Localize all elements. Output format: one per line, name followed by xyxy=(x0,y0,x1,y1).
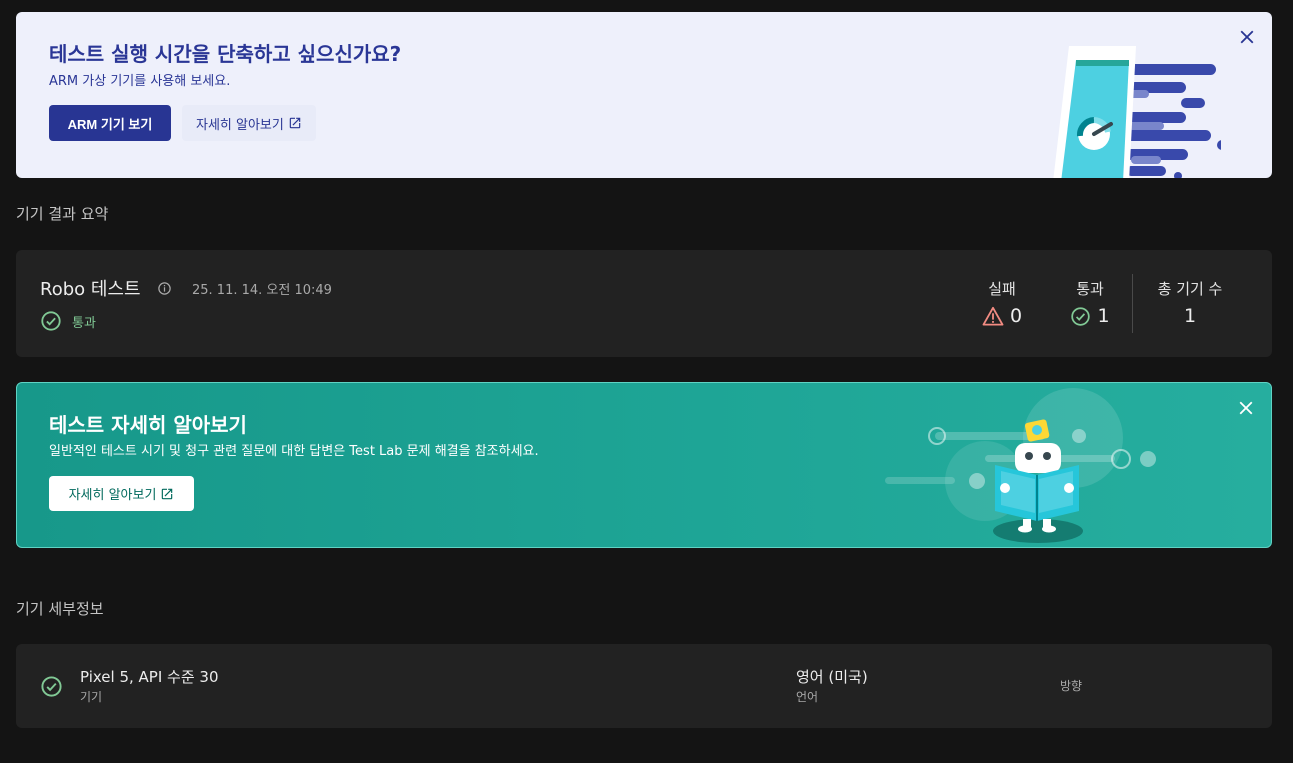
check-circle-icon xyxy=(1071,306,1091,326)
test-date: 25. 11. 14. 오전 10:49 xyxy=(192,283,332,298)
promo-learn-more-label: 자세히 알아보기 xyxy=(196,117,284,133)
stat-passed-value: 1 xyxy=(1097,305,1110,327)
stat-failed-label: 실패 xyxy=(988,280,1016,298)
check-circle-icon xyxy=(41,311,61,331)
stat-divider xyxy=(1132,274,1133,333)
stat-passed: 통과 1 xyxy=(1064,278,1116,327)
view-arm-devices-button[interactable]: ARM 기기 보기 xyxy=(49,105,171,141)
close-icon[interactable] xyxy=(1236,26,1258,48)
language-label: 언어 xyxy=(796,690,819,704)
promo-title: 테스트 실행 시간을 단축하고 싶으신가요? xyxy=(49,42,402,66)
open-in-new-icon xyxy=(289,117,301,129)
status-badge: 통과 xyxy=(40,310,96,332)
robo-test-summary-card[interactable]: Robo 테스트 25. 11. 14. 오전 10:49 통과 실패 0 통과 xyxy=(16,250,1272,357)
learn-more-banner: 테스트 자세히 알아보기 일반적인 테스트 시기 및 청구 관련 질문에 대한 … xyxy=(16,382,1272,548)
stat-failed-value: 0 xyxy=(1009,305,1023,327)
info-icon[interactable] xyxy=(157,281,172,296)
stat-failed: 실패 0 xyxy=(976,278,1028,327)
warning-icon xyxy=(982,306,1004,326)
stat-total-label: 총 기기 수 xyxy=(1157,280,1223,298)
open-in-new-icon xyxy=(162,488,173,499)
status-text: 통과 xyxy=(72,315,96,331)
summary-section-title: 기기 결과 요약 xyxy=(16,205,109,223)
close-icon[interactable] xyxy=(1235,397,1257,419)
promo-subtitle: ARM 가상 기기를 사용해 보세요. xyxy=(49,74,231,89)
speedometer-phone-illustration xyxy=(1053,46,1221,178)
learn-more-button-label: 자세히 알아보기 xyxy=(68,488,157,503)
device-detail-row[interactable]: Pixel 5, API 수준 30 기기 영어 (미국) 언어 방향 xyxy=(16,644,1272,728)
device-name: Pixel 5, API 수준 30 xyxy=(80,668,219,686)
robot-reading-illustration xyxy=(885,388,1156,543)
check-circle-icon xyxy=(41,676,62,697)
test-name: Robo 테스트 xyxy=(40,279,141,300)
details-section-title: 기기 세부정보 xyxy=(16,600,104,618)
device-label: 기기 xyxy=(80,690,103,704)
stat-passed-label: 통과 xyxy=(1076,280,1104,298)
orientation-label: 방향 xyxy=(1060,679,1083,693)
stat-total-value: 1 xyxy=(1183,305,1197,327)
teal-banner-subtitle: 일반적인 테스트 시기 및 청구 관련 질문에 대한 답변은 Test Lab … xyxy=(49,444,539,459)
learn-more-button[interactable]: 자세히 알아보기 xyxy=(49,476,194,511)
promo-learn-more-link[interactable]: 자세히 알아보기 xyxy=(182,105,316,141)
arm-promo-banner: 테스트 실행 시간을 단축하고 싶으신가요? ARM 가상 기기를 사용해 보세… xyxy=(16,12,1272,178)
stat-total-devices: 총 기기 수 1 xyxy=(1148,278,1232,327)
teal-banner-title: 테스트 자세히 알아보기 xyxy=(49,413,247,437)
language-value: 영어 (미국) xyxy=(796,668,868,686)
